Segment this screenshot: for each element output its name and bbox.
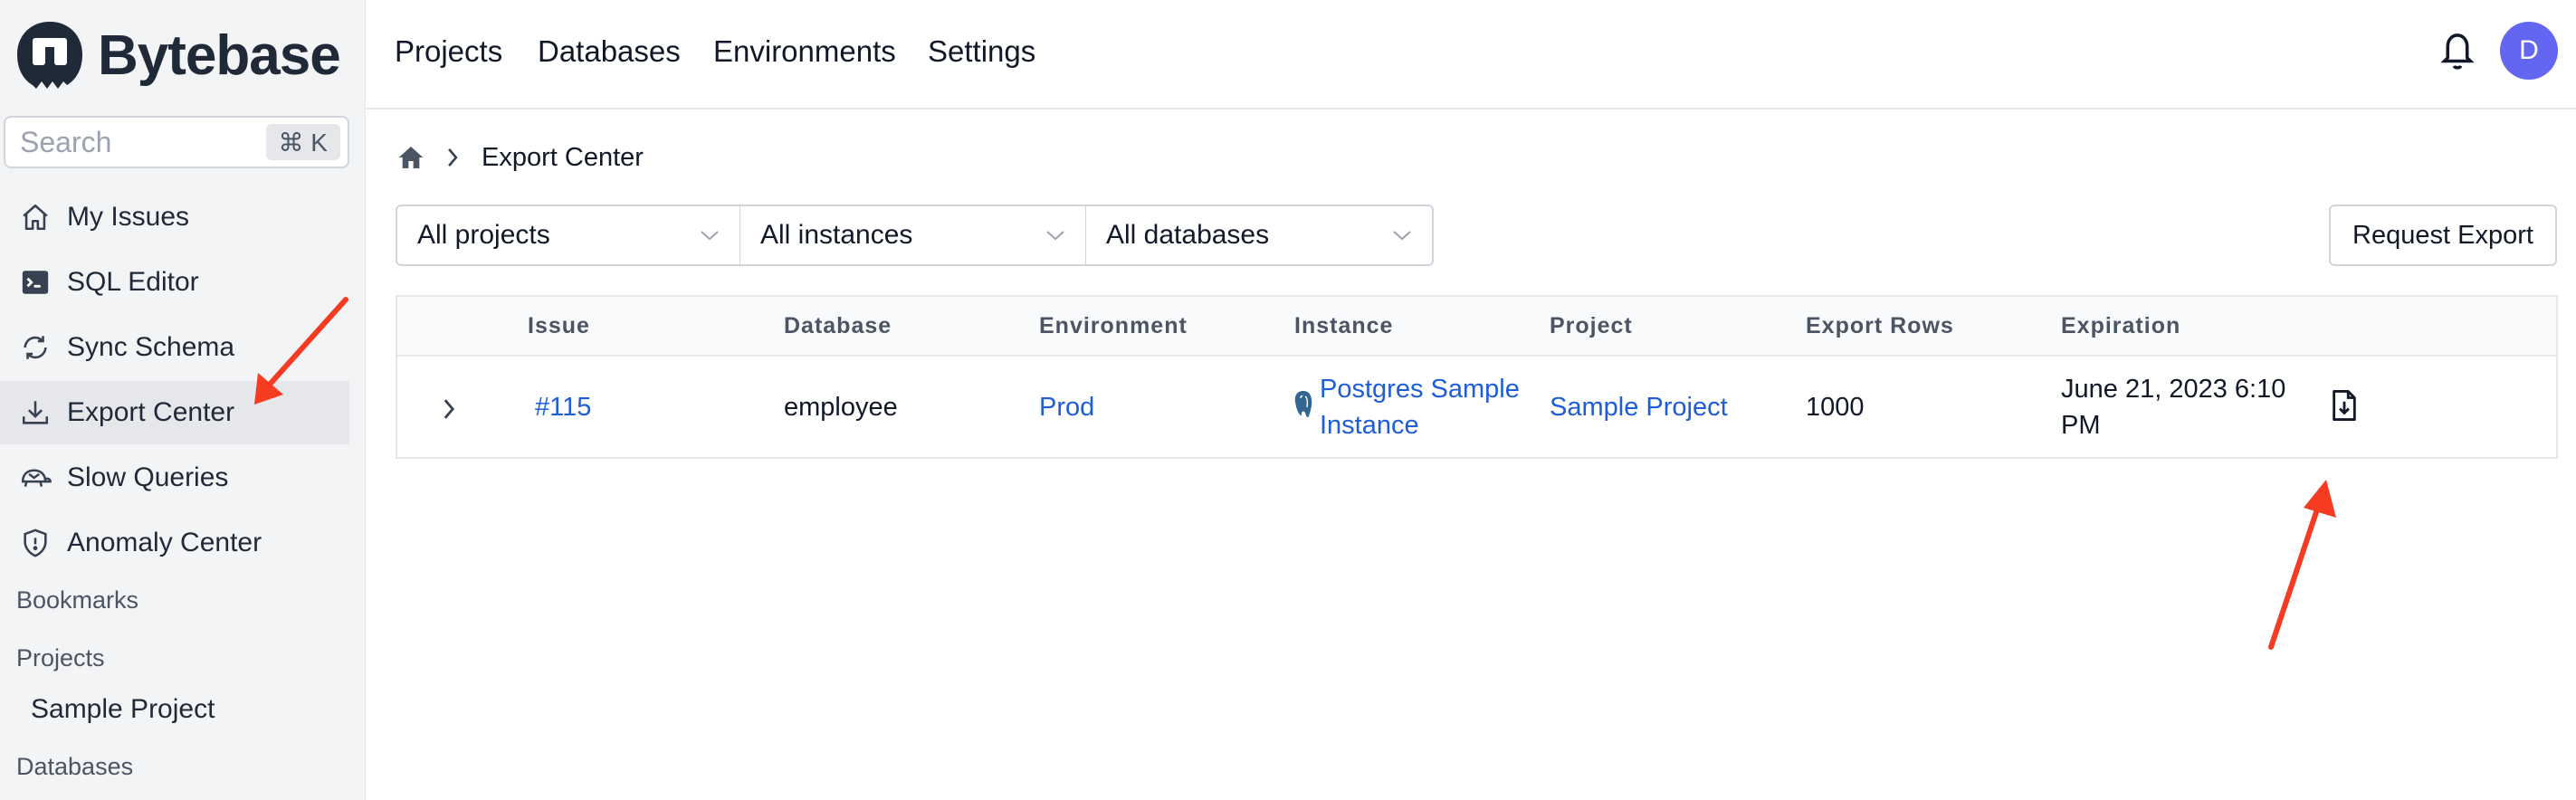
export-table: Issue Database Environment Instance Proj… bbox=[396, 295, 2558, 459]
chevron-right-icon bbox=[448, 148, 458, 167]
export-rows-cell: 1000 bbox=[1806, 393, 1865, 422]
turtle-icon bbox=[18, 461, 52, 495]
project-link[interactable]: Sample Project bbox=[1550, 389, 1728, 425]
column-header-project: Project bbox=[1550, 313, 1633, 338]
home-icon[interactable] bbox=[396, 143, 425, 172]
table-header: Issue Database Environment Instance Proj… bbox=[397, 297, 2556, 357]
bytebase-logo-icon bbox=[17, 22, 82, 89]
bookmarks-section-label: Bookmarks bbox=[16, 586, 139, 614]
nav-projects[interactable]: Projects bbox=[395, 34, 502, 69]
sidebar-project-item[interactable]: Sample Project bbox=[31, 694, 215, 725]
nav-environments[interactable]: Environments bbox=[713, 34, 896, 69]
instance-name-line-2: Instance bbox=[1320, 411, 1419, 440]
instance-filter-value: All instances bbox=[760, 220, 913, 250]
sidebar-item-label: SQL Editor bbox=[67, 267, 199, 297]
issue-link[interactable]: #115 bbox=[535, 389, 591, 425]
instance-name-line-1: Postgres Sample bbox=[1320, 375, 1520, 404]
column-header-database: Database bbox=[784, 313, 892, 338]
chevron-down-icon bbox=[1393, 231, 1411, 241]
instance-link[interactable]: Postgres Sample Instance bbox=[1320, 371, 1520, 443]
sidebar-item-my-issues[interactable]: My Issues bbox=[0, 186, 349, 249]
column-header-issue: Issue bbox=[528, 313, 590, 338]
database-filter-select[interactable]: All databases bbox=[1086, 205, 1434, 266]
postgres-elephant-icon bbox=[1294, 391, 1312, 417]
chevron-down-icon bbox=[701, 231, 719, 241]
sidebar: Bytebase Search ⌘ K My Issues SQL Editor… bbox=[0, 0, 366, 800]
sidebar-item-anomaly-center[interactable]: Anomaly Center bbox=[0, 511, 349, 575]
instance-filter-select[interactable]: All instances bbox=[740, 205, 1087, 266]
download-file-icon[interactable] bbox=[2329, 387, 2360, 424]
chevron-right-icon[interactable] bbox=[441, 396, 457, 422]
column-header-export-rows: Export Rows bbox=[1806, 313, 1954, 338]
shield-icon bbox=[18, 526, 52, 560]
expiration-line-2: PM bbox=[2061, 411, 2101, 440]
avatar[interactable]: D bbox=[2500, 22, 2558, 80]
projects-section-label[interactable]: Projects bbox=[16, 644, 105, 672]
search-shortcut-badge: ⌘ K bbox=[265, 124, 340, 160]
database-filter-value: All databases bbox=[1106, 220, 1270, 250]
column-header-instance: Instance bbox=[1294, 313, 1394, 338]
sidebar-item-label: Slow Queries bbox=[67, 462, 229, 492]
expiration-line-1: June 21, 2023 6:10 bbox=[2061, 375, 2286, 404]
databases-section-label[interactable]: Databases bbox=[16, 753, 133, 781]
sidebar-item-label: Export Center bbox=[67, 397, 235, 427]
download-icon bbox=[18, 395, 52, 430]
expiration-cell: June 21, 2023 6:10 PM bbox=[2061, 371, 2285, 443]
search-placeholder: Search bbox=[20, 125, 112, 158]
nav-settings[interactable]: Settings bbox=[928, 34, 1035, 69]
brand-logo[interactable]: Bytebase bbox=[14, 14, 341, 96]
top-bar bbox=[367, 0, 2576, 110]
sidebar-item-label: Sync Schema bbox=[67, 332, 235, 362]
sidebar-item-sql-editor[interactable]: SQL Editor bbox=[0, 251, 349, 314]
chevron-down-icon bbox=[1046, 231, 1064, 241]
column-header-expiration: Expiration bbox=[2061, 313, 2181, 338]
sidebar-item-export-center[interactable]: Export Center bbox=[0, 381, 349, 444]
sidebar-item-label: Anomaly Center bbox=[67, 528, 262, 557]
request-export-button[interactable]: Request Export bbox=[2329, 205, 2557, 266]
project-filter-value: All projects bbox=[417, 220, 550, 250]
home-icon bbox=[18, 200, 52, 234]
brand-name: Bytebase bbox=[98, 24, 341, 87]
annotation-arrow-download bbox=[2268, 480, 2336, 650]
sidebar-item-slow-queries[interactable]: Slow Queries bbox=[0, 446, 349, 510]
app-root: Bytebase Search ⌘ K My Issues SQL Editor… bbox=[0, 0, 2576, 800]
table-row[interactable]: #115 employee Prod Postgres Sample Insta… bbox=[397, 357, 2556, 459]
nav-databases[interactable]: Databases bbox=[538, 34, 681, 69]
bell-icon[interactable] bbox=[2438, 27, 2477, 72]
database-cell: employee bbox=[784, 393, 898, 422]
column-header-environment: Environment bbox=[1039, 313, 1188, 338]
environment-link[interactable]: Prod bbox=[1039, 389, 1094, 425]
sync-icon bbox=[18, 330, 52, 365]
terminal-icon bbox=[18, 265, 52, 300]
sidebar-item-sync-schema[interactable]: Sync Schema bbox=[0, 316, 349, 379]
project-filter-select[interactable]: All projects bbox=[396, 205, 741, 266]
search-input[interactable]: Search ⌘ K bbox=[4, 116, 349, 168]
breadcrumb-current: Export Center bbox=[482, 143, 644, 172]
sidebar-item-label: My Issues bbox=[67, 202, 190, 232]
